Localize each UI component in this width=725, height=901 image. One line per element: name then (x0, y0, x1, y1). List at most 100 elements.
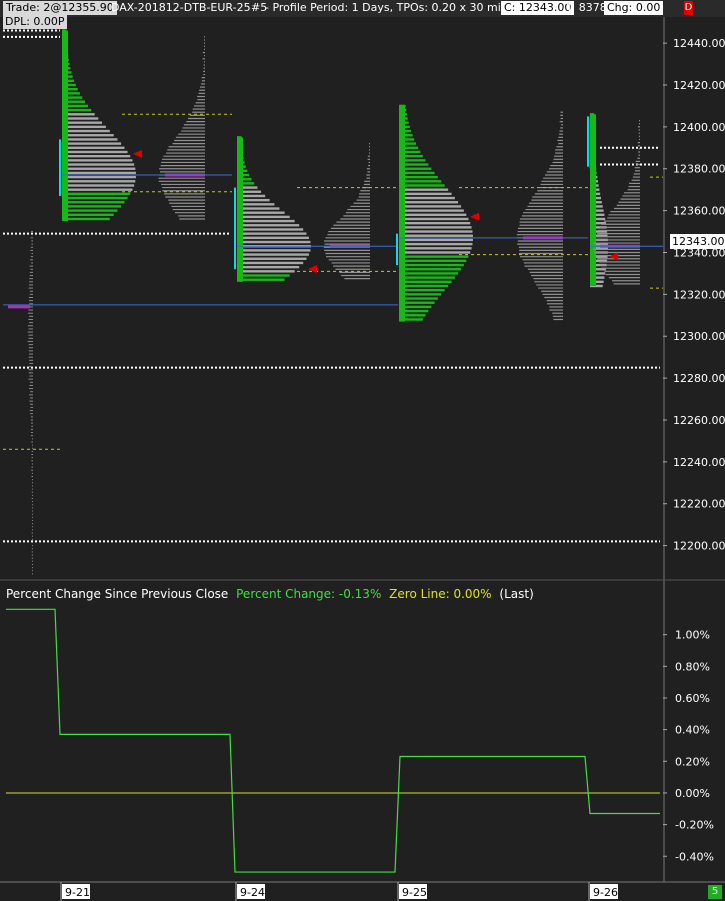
tpo-row (399, 260, 466, 262)
opening-tpo-column (590, 114, 596, 286)
date-label: 9-25 (402, 886, 427, 899)
tpo-row (399, 264, 464, 266)
tpo-row (237, 279, 285, 281)
tpo-row (62, 142, 121, 144)
tpo-row (399, 222, 470, 224)
tpo-row (237, 228, 303, 230)
dpl-label: DPL: 0.00P (3, 15, 67, 29)
tpo-row (399, 209, 464, 211)
tpo-row (237, 249, 310, 251)
tpo-row (62, 147, 124, 149)
tpo-row (399, 197, 455, 199)
price-tick-label: 12440.00 (673, 37, 725, 50)
tpo-row (399, 188, 448, 190)
opening-tpo-column (237, 137, 243, 281)
chart-canvas[interactable]: 12200.00 12220.00 12240.00 12260.00 12280.00… (0, 0, 725, 901)
tpo-row (237, 253, 309, 255)
tpo-row (399, 193, 452, 195)
tpo-row (399, 184, 445, 186)
pct-tick-label: 0.40% (675, 724, 710, 737)
tpo-row (399, 214, 466, 216)
tpo-row (399, 218, 468, 220)
tpo-row (62, 163, 134, 165)
tpo-row (62, 205, 121, 207)
date-label: 9-24 (240, 886, 265, 899)
tpo-row (62, 151, 128, 153)
tpo-row (399, 239, 473, 241)
mode-label: (Last) (499, 587, 533, 601)
close-marker-triangle (133, 150, 142, 158)
tpo-row (399, 230, 472, 232)
pct-change-line (6, 609, 660, 872)
tpo-row (237, 266, 299, 268)
tpo-row (399, 276, 455, 278)
tpo-row (237, 224, 299, 226)
tpo-row (62, 130, 110, 132)
tpo-row (237, 258, 306, 260)
tpo-row (399, 243, 472, 245)
tpo-row (399, 235, 473, 237)
tpo-row (237, 241, 310, 243)
tpo-row (62, 197, 128, 199)
tpo-row (237, 237, 309, 239)
tpo-row (62, 155, 130, 157)
price-tick-label: 12280.00 (673, 372, 725, 385)
tpo-row (399, 272, 458, 274)
price-tick-label: 12380.00 (673, 163, 725, 176)
tpo-row (399, 289, 445, 291)
tpo-row (237, 220, 295, 222)
tpo-row (62, 121, 102, 123)
chart-header: Trade: 2@12355.90 DAX-201812-DTB-EUR-25 … (0, 0, 725, 17)
tpo-row (399, 180, 441, 182)
tpo-row (62, 180, 135, 182)
tpo-row (62, 168, 135, 170)
tpo-row (62, 193, 130, 195)
tpo-row (62, 176, 136, 178)
tpo-row (237, 216, 290, 218)
tpo-row (62, 214, 114, 216)
tpo-row (399, 251, 470, 253)
pct-tick-label: 1.00% (675, 629, 710, 642)
tpo-row (62, 218, 110, 220)
tpo-row (62, 209, 117, 211)
opening-tpo-column (62, 31, 68, 222)
tpo-row (399, 285, 448, 287)
tpo-row (399, 247, 472, 249)
indicator-legend: Percent Change Since Previous Close Perc… (6, 587, 534, 601)
tpo-row (62, 172, 136, 174)
corner-badge: 5 (708, 885, 722, 899)
tpo-row (62, 188, 132, 190)
pct-tick-label: 0.00% (675, 787, 710, 800)
trade-label: Trade: 2@12355.90 (3, 1, 117, 15)
last-price-tag: 12343.00 (670, 234, 725, 249)
close-label: C: 12343.00 (501, 1, 574, 15)
price-tick-label: 12300.00 (673, 330, 725, 343)
tpo-row (399, 255, 468, 257)
tpo-row (399, 201, 458, 203)
indicator-title: Percent Change Since Previous Close (6, 587, 228, 601)
pct-tick-label: -0.20% (675, 819, 714, 832)
zero-line-label: Zero Line: 0.00% (389, 587, 491, 601)
change-label: Chg: 0.00 (604, 1, 663, 15)
price-tick-label: 12200.00 (673, 540, 725, 553)
price-tick-label: 12400.00 (673, 121, 725, 134)
pct-tick-label: 0.80% (675, 660, 710, 673)
close-marker-triangle (470, 213, 479, 221)
pct-change-label: Percent Change: -0.13% (236, 587, 381, 601)
price-tick-label: 12360.00 (673, 205, 725, 218)
pct-tick-label: 0.60% (675, 692, 710, 705)
tpo-row (399, 268, 461, 270)
instrument-label: DAX-201812-DTB-EUR-25 (111, 1, 251, 15)
pct-tick-label: 0.20% (675, 755, 710, 768)
opening-tpo-column (399, 106, 405, 322)
tpo-row (62, 159, 132, 161)
date-label: 9-26 (593, 886, 618, 899)
tpo-row (237, 274, 290, 276)
tpo-row (62, 126, 106, 128)
ticks-label: T: 8378 (566, 1, 607, 15)
tpo-row (237, 207, 279, 209)
pct-tick-label: -0.40% (675, 850, 714, 863)
tpo-row (399, 226, 472, 228)
price-tick-label: 12420.00 (673, 79, 725, 92)
price-tick-label: 12320.00 (673, 288, 725, 301)
